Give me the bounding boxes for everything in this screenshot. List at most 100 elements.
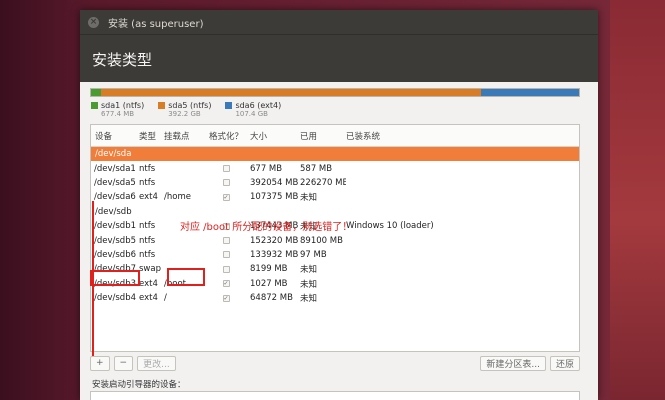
legend-size: 677.4 MB xyxy=(101,110,135,118)
format-cell xyxy=(202,179,250,187)
type-cell: ntfs xyxy=(139,177,156,188)
format-cell xyxy=(202,165,250,173)
revert-button[interactable]: 还原 xyxy=(549,355,580,371)
legend-swatch xyxy=(225,102,233,109)
remove-partition-button[interactable]: − xyxy=(113,355,134,371)
format-checkbox[interactable] xyxy=(222,251,230,259)
size-cell: 8199 MB xyxy=(250,264,288,275)
type-cell: ext4 xyxy=(139,192,158,203)
partition-bar-segment xyxy=(100,89,482,96)
format-checkbox[interactable] xyxy=(222,265,230,273)
desktop-wallpaper-edge xyxy=(610,0,665,400)
type-cell: ntfs xyxy=(139,163,156,174)
device-cell: /dev/sdb1 xyxy=(94,221,137,232)
device-cell: /dev/sdb5 xyxy=(94,235,137,246)
annotation-box-device xyxy=(90,270,140,286)
device-cell: /dev/sdb4 xyxy=(94,293,137,304)
used-cell: 587 MB xyxy=(300,163,333,174)
system-cell: Windows 10 (loader) xyxy=(346,221,434,232)
format-checkbox[interactable] xyxy=(222,237,230,245)
type-cell: ntfs xyxy=(139,249,156,260)
legend-item: sda5 (ntfs) 392.2 GB xyxy=(158,101,211,118)
type-cell: ntfs xyxy=(139,221,156,232)
size-cell: 392054 MB xyxy=(250,177,299,188)
used-cell: 未知 xyxy=(300,265,318,276)
type-cell: ext4 xyxy=(139,278,158,289)
format-cell xyxy=(202,265,250,273)
close-icon[interactable]: × xyxy=(88,16,99,28)
partition-row[interactable]: /dev/sdb5 ntfs 152320 MB 89100 MB xyxy=(91,233,579,247)
device-cell: /dev/sda6 xyxy=(94,192,136,203)
format-checkbox[interactable] xyxy=(222,165,230,173)
legend-item: sda6 (ext4) 107.4 GB xyxy=(225,101,281,118)
used-cell: 未知 xyxy=(300,294,318,305)
title-bar: × 安装 (as superuser) xyxy=(80,10,598,34)
format-checkbox[interactable]: ✓ xyxy=(222,280,230,288)
device-cell: /dev/sdb6 xyxy=(94,249,137,260)
legend-swatch xyxy=(158,102,166,109)
format-cell xyxy=(202,237,250,245)
installer-window: × 安装 (as superuser) 安装类型 sda1 (ntfs) 677.… xyxy=(80,10,598,400)
column-header[interactable]: 格式化？ xyxy=(202,130,250,142)
new-partition-table-button[interactable]: 新建分区表... xyxy=(480,355,546,371)
window-title: 安装 (as superuser) xyxy=(108,18,204,30)
used-cell: 未知 xyxy=(300,193,318,204)
used-cell: 226270 MB xyxy=(300,177,346,188)
annotation-arrow xyxy=(92,201,94,371)
type-cell: ext4 xyxy=(139,293,158,304)
size-cell: 64872 MB xyxy=(250,293,293,304)
device-cell: /dev/sda1 xyxy=(94,163,136,174)
legend-size: 107.4 GB xyxy=(235,110,268,118)
column-header[interactable]: 挂载点 xyxy=(164,130,202,142)
type-cell: ntfs xyxy=(139,235,156,246)
change-partition-button[interactable]: 更改... xyxy=(137,355,176,371)
bootloader-device-label: 安装启动引导器的设备： xyxy=(92,380,186,390)
legend-swatch xyxy=(91,102,98,109)
column-header[interactable]: 类型 xyxy=(139,130,164,142)
format-cell xyxy=(202,251,250,259)
annotation-text: 对应 /boot 所分配的设备，别选错了！ xyxy=(180,222,353,233)
format-checkbox[interactable]: ✓ xyxy=(222,193,230,201)
partition-table[interactable]: 设备 类型 挂载点 格式化？ 大小 已用 已装系统 /dev/sda/dev/sda1 ntf… xyxy=(90,124,580,352)
type-cell: swap xyxy=(139,264,161,275)
legend-label: sda6 (ext4) xyxy=(235,101,282,110)
format-cell: ✓ xyxy=(202,280,250,288)
partition-row[interactable]: /dev/sdb4 ext4 / ✓ 64872 MB 未知 xyxy=(91,291,579,305)
column-header[interactable]: 大小 xyxy=(250,130,300,142)
used-cell: 97 MB xyxy=(300,249,327,260)
legend-size: 392.2 GB xyxy=(168,110,201,118)
used-cell: 未知 xyxy=(300,279,318,290)
partition-legend: sda1 (ntfs) 677.4 MB sda5 (ntfs) 392.2 GB sd… xyxy=(91,101,281,118)
partition-bar-segment xyxy=(91,89,101,96)
size-cell: 677 MB xyxy=(250,163,283,174)
size-cell: 1027 MB xyxy=(250,278,288,289)
device-cell: /dev/sda xyxy=(95,149,132,160)
partition-usage-bar xyxy=(90,88,580,97)
format-checkbox[interactable] xyxy=(222,179,230,187)
device-cell: /dev/sdb xyxy=(95,206,132,217)
partition-row[interactable]: /dev/sdb6 ntfs 133932 MB 97 MB xyxy=(91,248,579,262)
partition-row[interactable]: /dev/sda6 ext4/home ✓ 107375 MB 未知 xyxy=(91,190,579,204)
legend-label: sda1 (ntfs) xyxy=(101,101,145,110)
format-checkbox[interactable]: ✓ xyxy=(222,294,230,302)
column-header[interactable]: 设备 xyxy=(91,130,139,142)
partition-toolbar: + − 更改... 新建分区表... 还原 xyxy=(90,354,580,372)
partition-row[interactable]: /dev/sdb3 ext4/boot ✓ 1027 MB 未知 xyxy=(91,277,579,291)
format-cell: ✓ xyxy=(202,193,250,201)
partition-row[interactable]: /dev/sdb7 swap 8199 MB 未知 xyxy=(91,262,579,276)
mount-cell: /home xyxy=(164,192,191,203)
add-partition-button[interactable]: + xyxy=(90,355,110,371)
disk-row[interactable]: /dev/sda xyxy=(91,147,579,162)
format-cell: ✓ xyxy=(202,294,250,302)
size-cell: 107375 MB xyxy=(250,192,299,203)
partition-row[interactable]: /dev/sda5 ntfs 392054 MB 226270 MB xyxy=(91,176,579,190)
partition-bar-segment xyxy=(481,89,579,96)
bootloader-device-select[interactable] xyxy=(90,391,580,400)
used-cell: 89100 MB xyxy=(300,235,343,246)
legend-item: sda1 (ntfs) 677.4 MB xyxy=(91,101,144,118)
column-header[interactable]: 已装系统 xyxy=(346,130,466,142)
column-header[interactable]: 已用 xyxy=(300,130,346,142)
disk-row[interactable]: /dev/sdb xyxy=(91,205,579,219)
device-cell: /dev/sda5 xyxy=(94,177,136,188)
partition-row[interactable]: /dev/sda1 ntfs 677 MB 587 MB xyxy=(91,161,579,175)
